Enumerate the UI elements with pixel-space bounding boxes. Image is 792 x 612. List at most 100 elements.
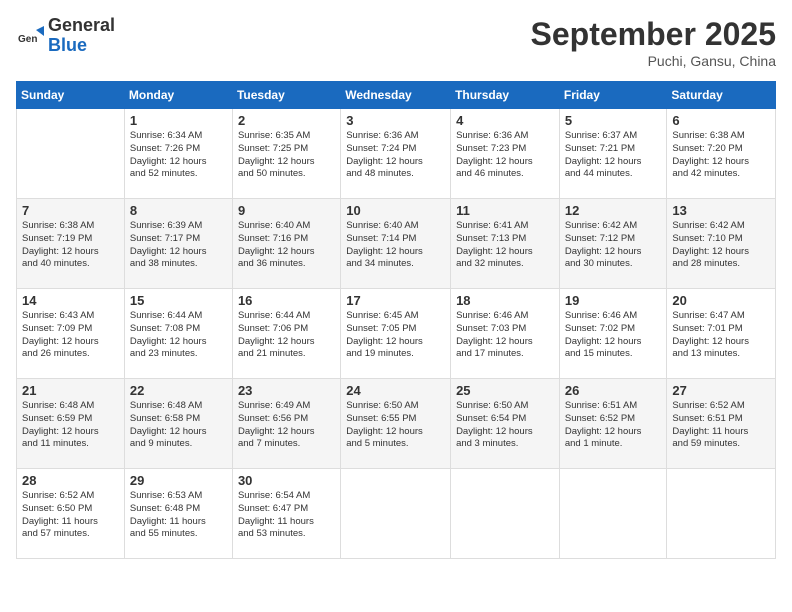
day-number: 21 (22, 383, 119, 398)
weekday-header-sunday: Sunday (17, 82, 125, 109)
day-number: 8 (130, 203, 227, 218)
day-number: 1 (130, 113, 227, 128)
day-number: 10 (346, 203, 445, 218)
calendar-cell: 5 Sunrise: 6:37 AM Sunset: 7:21 PM Daylig… (559, 109, 667, 199)
day-info: Sunrise: 6:40 AM Sunset: 7:16 PM Dayligh… (238, 220, 335, 271)
logo: Gen General Blue (16, 16, 115, 56)
day-number: 18 (456, 293, 554, 308)
calendar-cell: 19 Sunrise: 6:46 AM Sunset: 7:02 PM Dayli… (559, 289, 667, 379)
day-number: 24 (346, 383, 445, 398)
day-number: 23 (238, 383, 335, 398)
day-info: Sunrise: 6:36 AM Sunset: 7:23 PM Dayligh… (456, 130, 554, 181)
day-info: Sunrise: 6:36 AM Sunset: 7:24 PM Dayligh… (346, 130, 445, 181)
calendar-cell: 22 Sunrise: 6:48 AM Sunset: 6:58 PM Dayli… (124, 379, 232, 469)
day-number: 4 (456, 113, 554, 128)
day-number: 29 (130, 473, 227, 488)
day-number: 27 (672, 383, 770, 398)
calendar-cell: 23 Sunrise: 6:49 AM Sunset: 6:56 PM Dayli… (232, 379, 340, 469)
day-info: Sunrise: 6:38 AM Sunset: 7:19 PM Dayligh… (22, 220, 119, 271)
day-info: Sunrise: 6:38 AM Sunset: 7:20 PM Dayligh… (672, 130, 770, 181)
day-info: Sunrise: 6:35 AM Sunset: 7:25 PM Dayligh… (238, 130, 335, 181)
calendar-cell: 30 Sunrise: 6:54 AM Sunset: 6:47 PM Dayli… (232, 469, 340, 559)
day-info: Sunrise: 6:44 AM Sunset: 7:06 PM Dayligh… (238, 310, 335, 361)
day-info: Sunrise: 6:48 AM Sunset: 6:58 PM Dayligh… (130, 400, 227, 451)
day-number: 9 (238, 203, 335, 218)
day-info: Sunrise: 6:37 AM Sunset: 7:21 PM Dayligh… (565, 130, 662, 181)
logo-icon: Gen (16, 22, 44, 50)
calendar-cell: 21 Sunrise: 6:48 AM Sunset: 6:59 PM Dayli… (17, 379, 125, 469)
calendar-cell: 29 Sunrise: 6:53 AM Sunset: 6:48 PM Dayli… (124, 469, 232, 559)
calendar-cell: 3 Sunrise: 6:36 AM Sunset: 7:24 PM Daylig… (341, 109, 451, 199)
calendar-cell (17, 109, 125, 199)
page-header: Gen General Blue September 2025 Puchi, G… (16, 16, 776, 69)
day-number: 3 (346, 113, 445, 128)
calendar-cell: 14 Sunrise: 6:43 AM Sunset: 7:09 PM Dayli… (17, 289, 125, 379)
day-number: 19 (565, 293, 662, 308)
day-number: 11 (456, 203, 554, 218)
calendar-cell (559, 469, 667, 559)
day-info: Sunrise: 6:49 AM Sunset: 6:56 PM Dayligh… (238, 400, 335, 451)
calendar-cell: 9 Sunrise: 6:40 AM Sunset: 7:16 PM Daylig… (232, 199, 340, 289)
calendar-cell: 27 Sunrise: 6:52 AM Sunset: 6:51 PM Dayli… (667, 379, 776, 469)
weekday-header-thursday: Thursday (451, 82, 560, 109)
calendar-cell: 26 Sunrise: 6:51 AM Sunset: 6:52 PM Dayli… (559, 379, 667, 469)
day-number: 12 (565, 203, 662, 218)
weekday-header-monday: Monday (124, 82, 232, 109)
day-number: 6 (672, 113, 770, 128)
day-info: Sunrise: 6:53 AM Sunset: 6:48 PM Dayligh… (130, 490, 227, 541)
day-number: 17 (346, 293, 445, 308)
month-title: September 2025 (531, 16, 776, 53)
day-number: 26 (565, 383, 662, 398)
day-info: Sunrise: 6:48 AM Sunset: 6:59 PM Dayligh… (22, 400, 119, 451)
calendar-cell: 17Sunrise: 6:45 AM Sunset: 7:05 PM Dayli… (341, 289, 451, 379)
day-number: 30 (238, 473, 335, 488)
day-number: 14 (22, 293, 119, 308)
day-info: Sunrise: 6:46 AM Sunset: 7:02 PM Dayligh… (565, 310, 662, 361)
day-info: Sunrise: 6:52 AM Sunset: 6:51 PM Dayligh… (672, 400, 770, 451)
day-info: Sunrise: 6:47 AM Sunset: 7:01 PM Dayligh… (672, 310, 770, 361)
calendar-cell: 1Sunrise: 6:34 AM Sunset: 7:26 PM Daylig… (124, 109, 232, 199)
calendar-cell (667, 469, 776, 559)
day-number: 25 (456, 383, 554, 398)
svg-text:Gen: Gen (18, 34, 37, 45)
calendar-cell: 4 Sunrise: 6:36 AM Sunset: 7:23 PM Daylig… (451, 109, 560, 199)
calendar-cell: 16 Sunrise: 6:44 AM Sunset: 7:06 PM Dayli… (232, 289, 340, 379)
calendar-cell: 18Sunrise: 6:46 AM Sunset: 7:03 PM Dayli… (451, 289, 560, 379)
calendar-cell (451, 469, 560, 559)
calendar-cell: 28 Sunrise: 6:52 AM Sunset: 6:50 PM Dayli… (17, 469, 125, 559)
weekday-header-wednesday: Wednesday (341, 82, 451, 109)
calendar-table: SundayMondayTuesdayWednesdayThursdayFrid… (16, 81, 776, 559)
calendar-cell: 8 Sunrise: 6:39 AM Sunset: 7:17 PM Daylig… (124, 199, 232, 289)
location-subtitle: Puchi, Gansu, China (531, 53, 776, 69)
day-number: 28 (22, 473, 119, 488)
day-info: Sunrise: 6:43 AM Sunset: 7:09 PM Dayligh… (22, 310, 119, 361)
day-info: Sunrise: 6:39 AM Sunset: 7:17 PM Dayligh… (130, 220, 227, 271)
day-info: Sunrise: 6:42 AM Sunset: 7:12 PM Dayligh… (565, 220, 662, 271)
calendar-cell: 20Sunrise: 6:47 AM Sunset: 7:01 PM Dayli… (667, 289, 776, 379)
calendar-cell: 13Sunrise: 6:42 AM Sunset: 7:10 PM Dayli… (667, 199, 776, 289)
day-info: Sunrise: 6:54 AM Sunset: 6:47 PM Dayligh… (238, 490, 335, 541)
calendar-cell: 6 Sunrise: 6:38 AM Sunset: 7:20 PM Daylig… (667, 109, 776, 199)
weekday-header-tuesday: Tuesday (232, 82, 340, 109)
day-number: 13 (672, 203, 770, 218)
day-info: Sunrise: 6:51 AM Sunset: 6:52 PM Dayligh… (565, 400, 662, 451)
day-info: Sunrise: 6:50 AM Sunset: 6:54 PM Dayligh… (456, 400, 554, 451)
logo-line2: Blue (48, 36, 115, 56)
day-number: 7 (22, 203, 119, 218)
calendar-cell: 7 Sunrise: 6:38 AM Sunset: 7:19 PM Daylig… (17, 199, 125, 289)
logo-line1: General (48, 16, 115, 36)
calendar-cell: 2Sunrise: 6:35 AM Sunset: 7:25 PM Daylig… (232, 109, 340, 199)
day-number: 22 (130, 383, 227, 398)
day-info: Sunrise: 6:44 AM Sunset: 7:08 PM Dayligh… (130, 310, 227, 361)
day-info: Sunrise: 6:52 AM Sunset: 6:50 PM Dayligh… (22, 490, 119, 541)
calendar-cell: 10Sunrise: 6:40 AM Sunset: 7:14 PM Dayli… (341, 199, 451, 289)
calendar-cell (341, 469, 451, 559)
calendar-cell: 24Sunrise: 6:50 AM Sunset: 6:55 PM Dayli… (341, 379, 451, 469)
day-number: 5 (565, 113, 662, 128)
weekday-header-saturday: Saturday (667, 82, 776, 109)
calendar-cell: 25 Sunrise: 6:50 AM Sunset: 6:54 PM Dayli… (451, 379, 560, 469)
day-number: 15 (130, 293, 227, 308)
day-number: 16 (238, 293, 335, 308)
day-info: Sunrise: 6:41 AM Sunset: 7:13 PM Dayligh… (456, 220, 554, 271)
calendar-cell: 15 Sunrise: 6:44 AM Sunset: 7:08 PM Dayli… (124, 289, 232, 379)
